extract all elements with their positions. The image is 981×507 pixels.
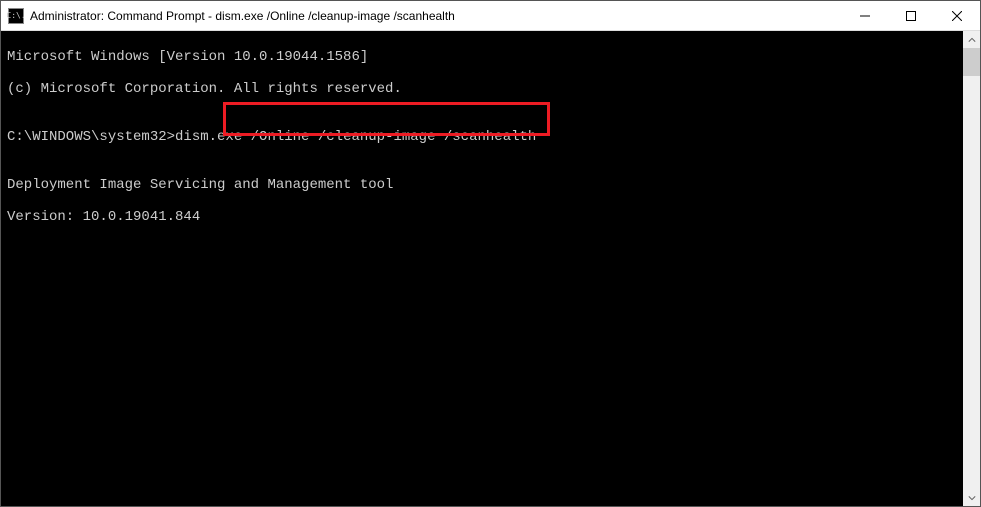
console-area: Microsoft Windows [Version 10.0.19044.15… xyxy=(1,31,980,506)
prompt-text: C:\WINDOWS\system32>dism.ex xyxy=(7,129,234,145)
scroll-down-button[interactable] xyxy=(963,489,980,506)
window-controls xyxy=(842,1,980,30)
maximize-button[interactable] xyxy=(888,1,934,30)
prompt-text-suffix: e xyxy=(234,129,242,145)
console-line: Version: 10.0.19041.844 xyxy=(7,209,957,225)
console-line: (c) Microsoft Corporation. All rights re… xyxy=(7,81,957,97)
close-icon xyxy=(952,11,962,21)
minimize-button[interactable] xyxy=(842,1,888,30)
command-text: /Online /cleanup-image /scanhealth xyxy=(242,129,536,145)
console-content[interactable]: Microsoft Windows [Version 10.0.19044.15… xyxy=(1,31,963,506)
console-line: Deployment Image Servicing and Managemen… xyxy=(7,177,957,193)
scroll-thumb[interactable] xyxy=(963,48,980,76)
chevron-down-icon xyxy=(968,494,976,502)
command-prompt-window: C:\. Administrator: Command Prompt - dis… xyxy=(0,0,981,507)
vertical-scrollbar[interactable] xyxy=(963,31,980,506)
window-title: Administrator: Command Prompt - dism.exe… xyxy=(30,9,842,23)
close-button[interactable] xyxy=(934,1,980,30)
scroll-track[interactable] xyxy=(963,48,980,489)
scroll-up-button[interactable] xyxy=(963,31,980,48)
maximize-icon xyxy=(906,11,916,21)
chevron-up-icon xyxy=(968,36,976,44)
minimize-icon xyxy=(860,11,870,21)
console-prompt-line: C:\WINDOWS\system32>dism.exe /Online /cl… xyxy=(7,129,957,145)
cmd-icon: C:\. xyxy=(8,8,24,24)
console-line: Microsoft Windows [Version 10.0.19044.15… xyxy=(7,49,957,65)
titlebar[interactable]: C:\. Administrator: Command Prompt - dis… xyxy=(1,1,980,31)
